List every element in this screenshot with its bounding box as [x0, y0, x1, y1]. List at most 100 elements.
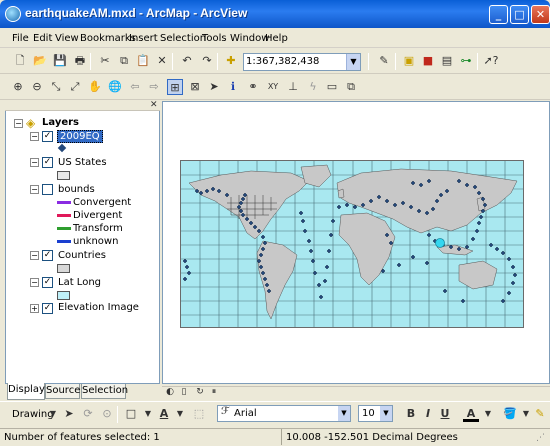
zoom-out-icon[interactable]: ⊖: [29, 79, 45, 95]
collapse-layer-icon[interactable]: −: [30, 251, 39, 260]
menu-view[interactable]: View: [55, 33, 79, 44]
arctoolbox-icon[interactable]: ■: [420, 53, 436, 69]
identify-icon[interactable]: ℹ: [225, 79, 241, 95]
bold-button[interactable]: B: [403, 406, 419, 422]
print-icon[interactable]: 🖶: [72, 53, 88, 69]
line-color-icon[interactable]: ✎: [532, 406, 548, 422]
chevron-down-icon[interactable]: ▼: [140, 406, 156, 422]
maximize-button[interactable]: □: [510, 5, 529, 24]
whats-this-help-icon[interactable]: ➚?: [483, 53, 499, 69]
rectangle-tool-icon[interactable]: □: [123, 406, 139, 422]
layer-visibility-checkbox[interactable]: ✓: [42, 131, 53, 142]
fixed-zoom-out-icon[interactable]: ⤢: [67, 79, 83, 95]
tab-display[interactable]: Display: [7, 383, 45, 400]
menu-file[interactable]: File: [12, 33, 29, 44]
hyperlink-lightning-icon[interactable]: ϟ: [305, 79, 321, 95]
rotate-icon[interactable]: ⟳: [80, 406, 96, 422]
delete-icon[interactable]: ✕: [154, 53, 170, 69]
chevron-down-icon[interactable]: ▼: [346, 54, 360, 70]
copy-icon[interactable]: ⧉: [116, 53, 132, 69]
open-folder-icon[interactable]: 📂: [32, 53, 48, 69]
find-binoculars-icon[interactable]: ⚭: [245, 79, 261, 95]
clear-selection-icon[interactable]: ⊠: [187, 79, 203, 95]
create-viewer-window-icon[interactable]: ⧉: [343, 79, 359, 95]
italic-button[interactable]: I: [420, 406, 436, 422]
menu-selection[interactable]: Selection: [160, 33, 206, 44]
data-view-icon[interactable]: ◐: [164, 386, 176, 398]
full-extent-globe-icon[interactable]: 🌐: [107, 79, 123, 95]
cut-icon[interactable]: ✂: [97, 53, 113, 69]
layer-visibility-checkbox[interactable]: ✓: [42, 277, 53, 288]
select-elements-arrow-icon[interactable]: ➤: [61, 406, 77, 422]
pan-hand-icon[interactable]: ✋: [87, 79, 103, 95]
collapse-layers-icon[interactable]: −: [14, 119, 23, 128]
menu-window[interactable]: Window: [230, 33, 269, 44]
font-color-button[interactable]: A: [463, 406, 479, 422]
select-elements-arrow-icon[interactable]: ➤: [206, 79, 222, 95]
command-line-icon[interactable]: ▤: [439, 53, 455, 69]
collapse-layer-icon[interactable]: −: [30, 185, 39, 194]
menu-edit[interactable]: Edit: [33, 33, 52, 44]
layer-2009eq[interactable]: 2009EQ: [57, 130, 103, 143]
collapse-layer-icon[interactable]: −: [30, 132, 39, 141]
layer-visibility-checkbox[interactable]: ✓: [42, 250, 53, 261]
chevron-down-icon[interactable]: ▼: [480, 406, 496, 422]
map-view-strip: [162, 386, 550, 400]
separator: [368, 53, 369, 70]
refresh-icon[interactable]: ↻: [194, 386, 206, 398]
underline-button[interactable]: U: [437, 406, 453, 422]
forward-arrow-icon[interactable]: ⇨: [146, 79, 162, 95]
pause-drawing-icon[interactable]: ⏸: [208, 386, 220, 398]
editor-toolbar-icon[interactable]: ✎: [376, 53, 392, 69]
arccatalog-icon[interactable]: ▣: [401, 53, 417, 69]
menu-tools[interactable]: Tools: [202, 33, 227, 44]
select-features-icon[interactable]: ⊞: [167, 79, 183, 95]
layer-elevation-image[interactable]: Elevation Image: [58, 302, 139, 313]
new-document-icon[interactable]: 🗋: [12, 53, 28, 69]
menu-help[interactable]: Help: [265, 33, 288, 44]
tab-source[interactable]: Source: [45, 384, 80, 399]
edit-vertices-icon[interactable]: ⬚: [191, 406, 207, 422]
close-button[interactable]: ✕: [531, 5, 550, 24]
menu-insert[interactable]: Insert: [129, 33, 158, 44]
measure-ruler-icon[interactable]: ⊥: [285, 79, 301, 95]
chevron-down-icon[interactable]: ▼: [45, 406, 61, 422]
back-arrow-icon[interactable]: ⇦: [127, 79, 143, 95]
zoom-in-icon[interactable]: ⊕: [10, 79, 26, 95]
zoom-whole-page-icon[interactable]: ⊙: [99, 406, 115, 422]
layer-us-states[interactable]: US States: [58, 157, 107, 168]
toc-root-layers[interactable]: Layers: [42, 117, 79, 128]
fill-color-bucket-icon[interactable]: 🪣: [502, 406, 518, 422]
add-data-icon[interactable]: ✚: [223, 53, 239, 69]
layer-countries[interactable]: Countries: [58, 250, 106, 261]
layer-visibility-checkbox[interactable]: ✓: [42, 157, 53, 168]
chevron-down-icon[interactable]: ▼: [172, 406, 188, 422]
minimize-button[interactable]: _: [489, 5, 508, 24]
arcmap-app-icon[interactable]: [5, 6, 21, 22]
fixed-zoom-in-icon[interactable]: ⤡: [48, 79, 64, 95]
modelbuilder-icon[interactable]: ⊶: [458, 53, 474, 69]
expand-layer-icon[interactable]: +: [30, 304, 39, 313]
layout-view-icon[interactable]: ▯: [178, 386, 190, 398]
tab-selection[interactable]: Selection: [81, 384, 128, 399]
collapse-layer-icon[interactable]: −: [30, 278, 39, 287]
resize-grip-icon[interactable]: ⋰: [536, 433, 548, 445]
menu-bookmarks[interactable]: Bookmarks: [80, 33, 136, 44]
layer-visibility-checkbox[interactable]: [42, 184, 53, 195]
paste-icon[interactable]: 📋: [135, 53, 151, 69]
chevron-down-icon[interactable]: ▼: [380, 406, 392, 421]
new-text-tool[interactable]: A: [156, 406, 172, 422]
undo-icon[interactable]: ↶: [179, 53, 195, 69]
chevron-down-icon[interactable]: ▼: [338, 406, 350, 421]
layer-bounds[interactable]: bounds: [58, 184, 95, 195]
world-map-frame[interactable]: [180, 160, 524, 328]
cursor-coordinates: 10.008 -152.501 Decimal Degrees: [286, 432, 458, 443]
save-icon[interactable]: 💾: [52, 53, 68, 69]
toc-close-icon[interactable]: ✕: [150, 100, 158, 110]
layer-visibility-checkbox[interactable]: ✓: [42, 303, 53, 314]
collapse-layer-icon[interactable]: −: [30, 158, 39, 167]
layer-lat-long[interactable]: Lat Long: [58, 277, 101, 288]
time-slider-icon[interactable]: ▭: [324, 79, 340, 95]
redo-icon[interactable]: ↷: [199, 53, 215, 69]
go-to-xy-icon[interactable]: XY: [265, 79, 281, 95]
